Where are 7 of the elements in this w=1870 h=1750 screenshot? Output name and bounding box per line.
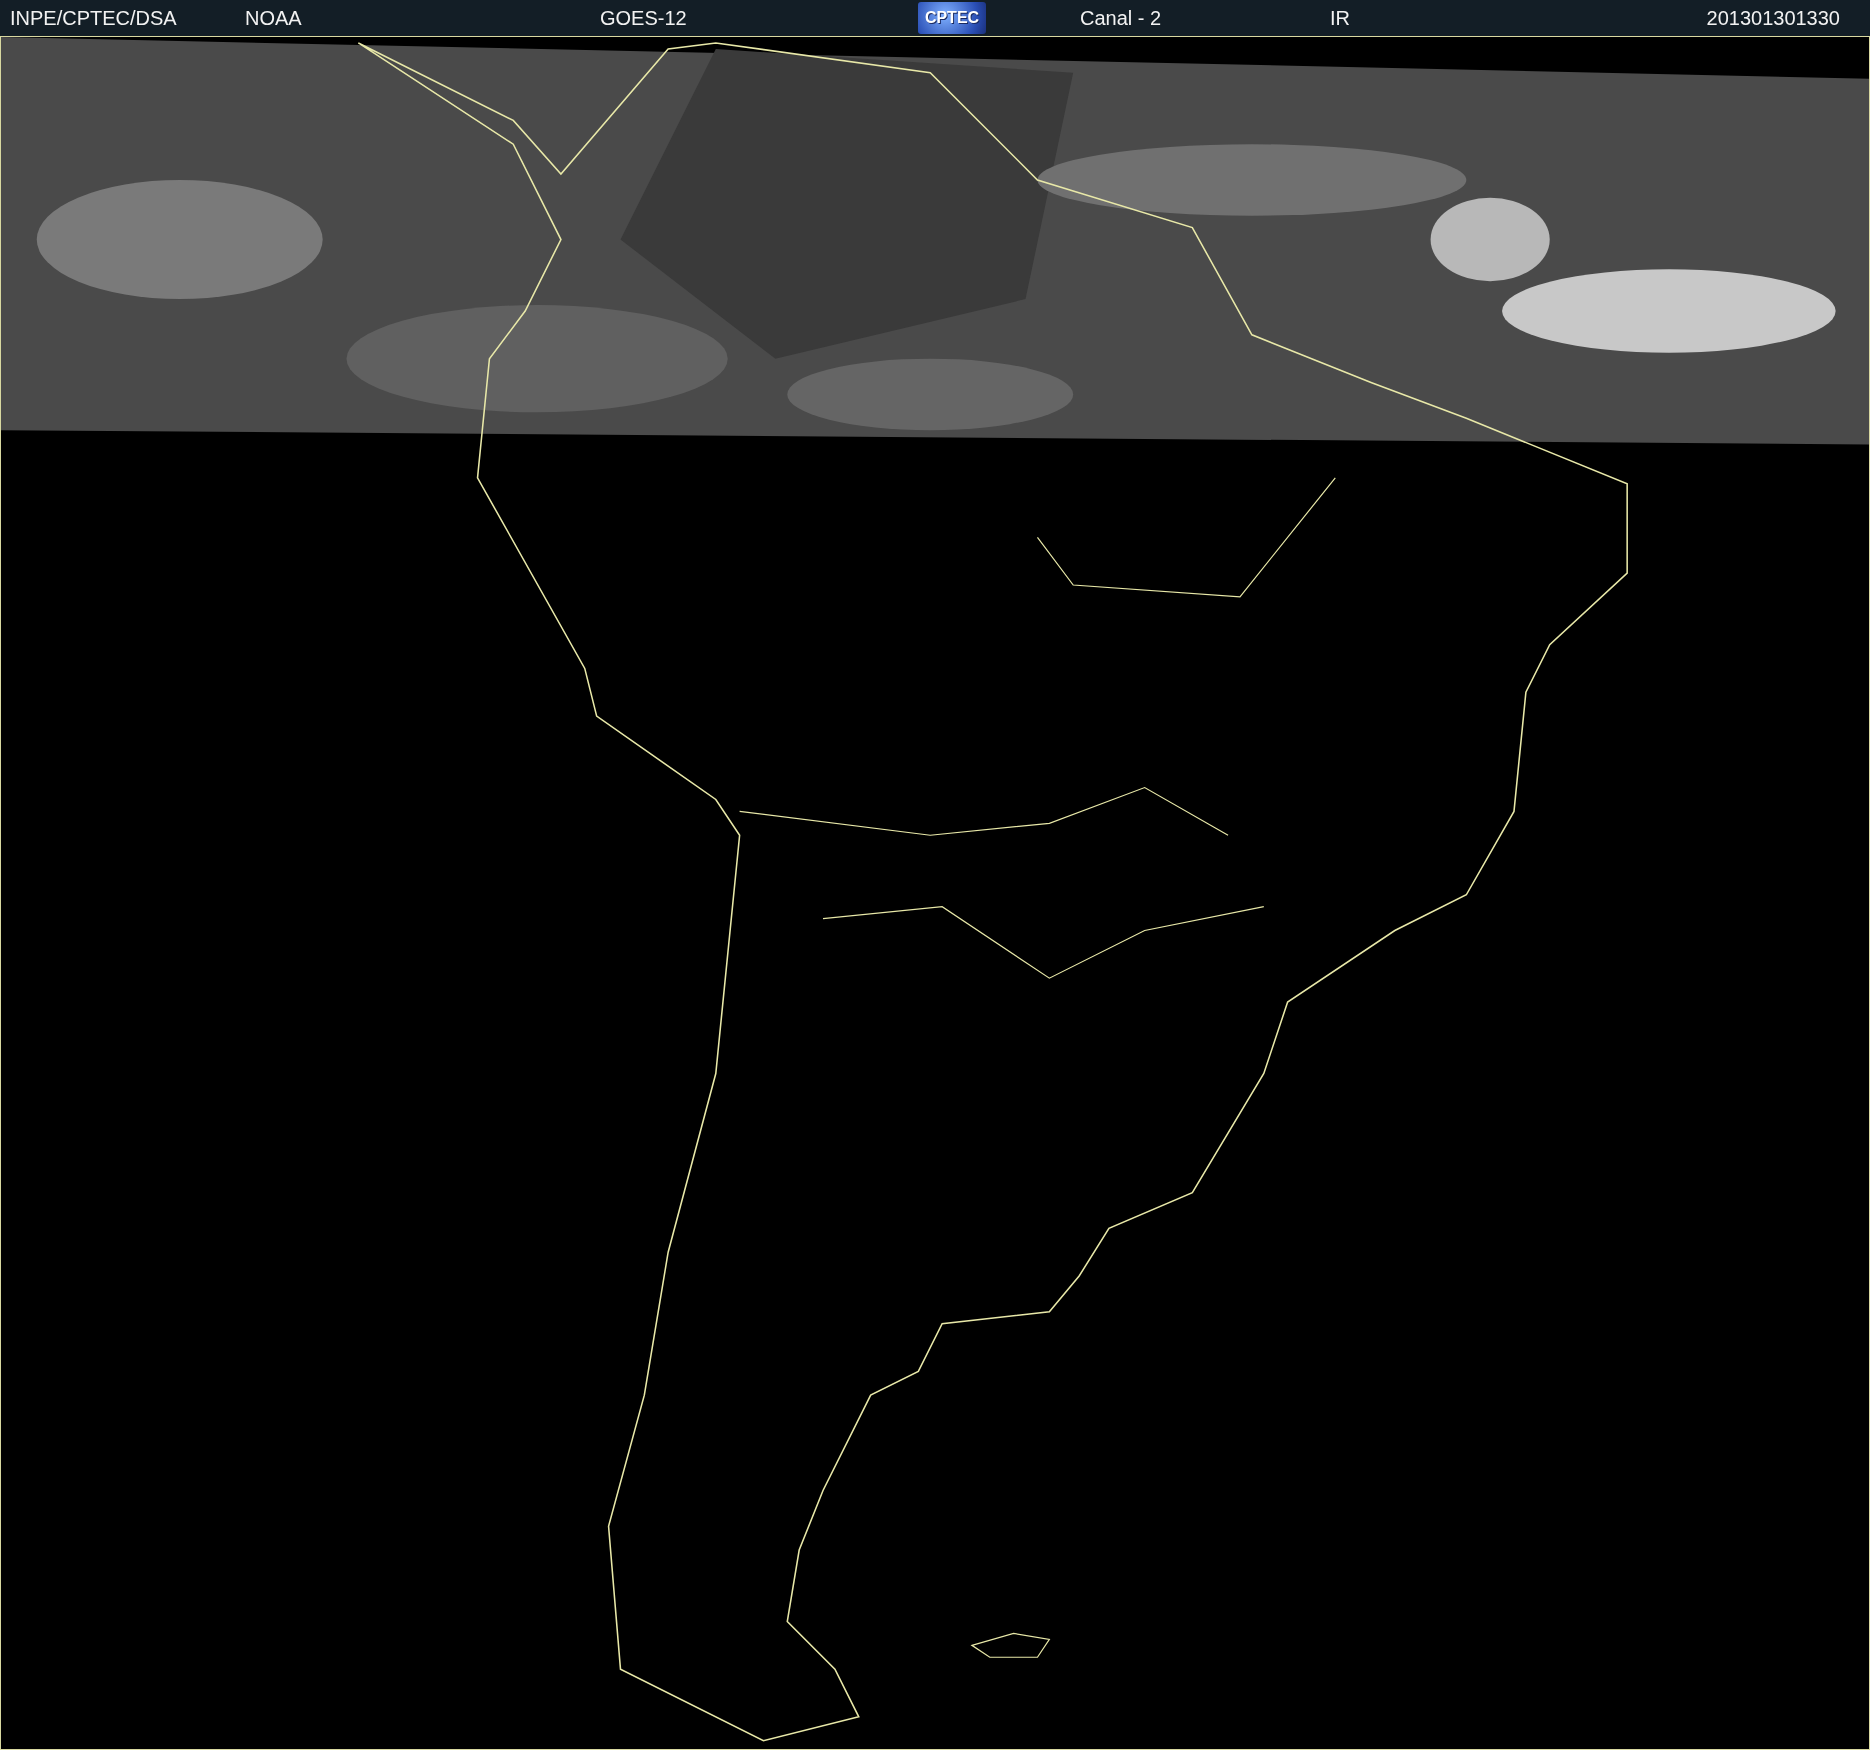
timestamp: 201301301330 [1706,6,1841,30]
header-label: NOAA [245,6,303,30]
header-label: Canal - 2 [1080,6,1163,30]
header-label: INPE/CPTEC/DSA [10,6,178,30]
header-label: GOES-12 [600,6,688,30]
header-label: IR [1330,6,1351,30]
logo: CPTEC [918,2,986,34]
